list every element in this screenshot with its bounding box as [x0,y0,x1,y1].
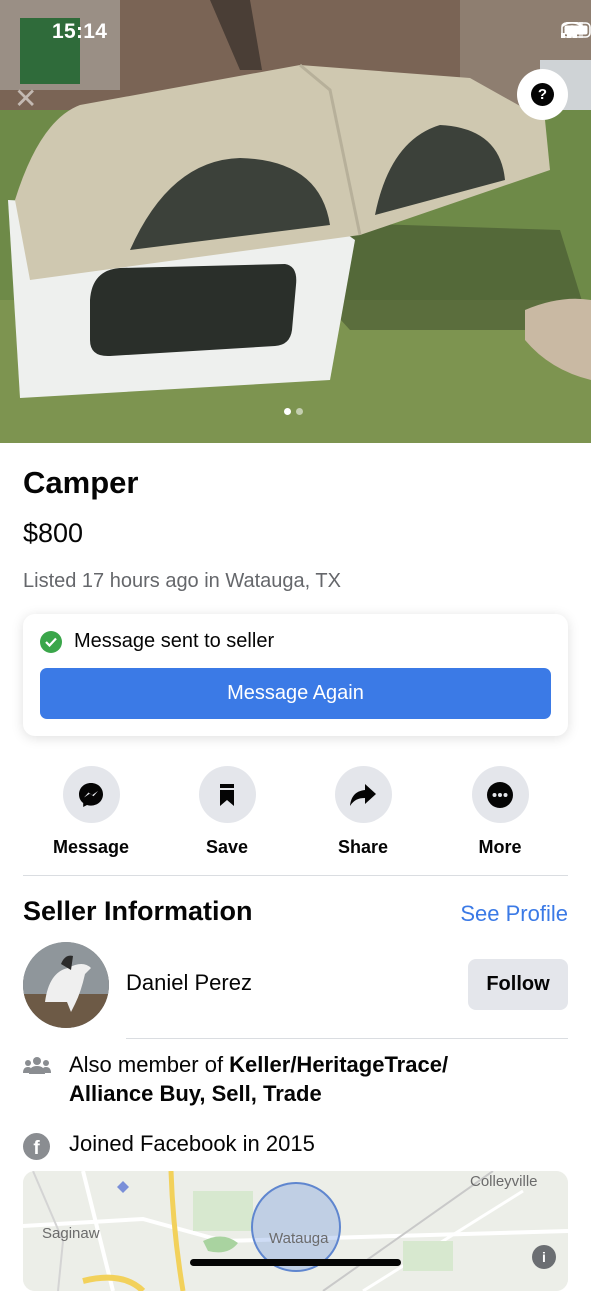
share-action-label: Share [337,837,389,857]
divider [23,875,568,876]
save-action-label: Save [205,837,249,857]
status-bar: 15:14 [0,0,591,62]
seller-avatar[interactable] [23,942,109,1028]
listing-title: Camper [23,465,139,500]
map-label-colleyville: Colleyville [470,1173,538,1190]
map-info-icon[interactable]: i [532,1245,556,1269]
facebook-icon: f [23,1133,50,1160]
help-button[interactable]: ? [517,69,568,120]
save-action[interactable]: Save [167,766,287,858]
seller-name[interactable]: Daniel Perez [126,970,252,996]
check-circle-icon [40,630,62,653]
listing-photo[interactable]: 15:14 ✕ ? [0,0,591,443]
close-icon[interactable]: ✕ [14,82,37,115]
photo-pagination [284,408,303,415]
camper-photo-illustration [0,0,591,443]
photo-dot [296,408,303,415]
seller-information-heading: Seller Information [23,896,253,926]
message-action[interactable]: Message [31,766,151,858]
action-row: Message Save Share More [0,766,591,858]
status-time: 15:14 [52,20,108,43]
group-people-icon [23,1057,51,1074]
listing-price: $800 [23,518,84,548]
group-membership-text: Also member of Keller/HeritageTrace/ All… [69,1050,529,1108]
follow-button[interactable]: Follow [468,959,568,1010]
message-status: Message sent to seller [40,630,274,653]
location-map[interactable]: Colleyville Saginaw Watauga i [23,1171,568,1291]
share-action[interactable]: Share [303,766,423,858]
message-action-label: Message [52,837,130,857]
more-action[interactable]: More [440,766,560,858]
question-icon: ? [531,83,554,106]
message-card: Message sent to seller Message Again [23,614,568,736]
member-prefix: Also member of [69,1052,230,1077]
message-status-text: Message sent to seller [74,630,275,652]
message-again-button[interactable]: Message Again [40,668,551,719]
messenger-icon [62,766,120,823]
more-dots-icon [471,766,529,823]
map-label-watauga: Watauga [269,1230,329,1247]
more-action-label: More [478,837,522,857]
listing-meta: Listed 17 hours ago in Watauga, TX [23,570,341,592]
home-indicator[interactable] [190,1259,401,1266]
horse-rider-photo [23,942,109,1028]
joined-facebook-text: Joined Facebook in 2015 [69,1131,315,1156]
divider [126,1038,568,1039]
battery-icon [561,22,591,38]
map-label-saginaw: Saginaw [42,1225,100,1242]
photo-dot [284,408,291,415]
bookmark-icon [198,766,256,823]
see-profile-link[interactable]: See Profile [460,901,568,927]
share-arrow-icon [334,766,392,823]
